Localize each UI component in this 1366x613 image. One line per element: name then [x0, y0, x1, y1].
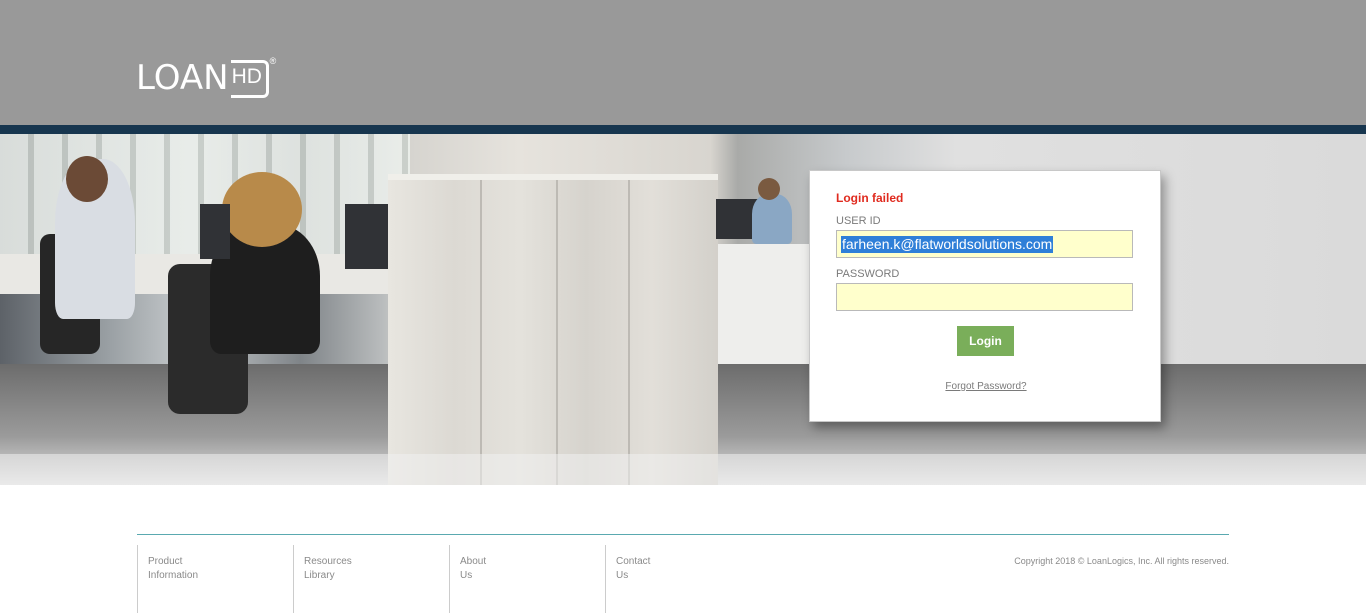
footer-link-line: Information — [148, 570, 199, 581]
footer-link-line: Us — [616, 570, 629, 581]
photo-person-head — [758, 178, 780, 200]
forgot-password-link[interactable]: Forgot Password? — [810, 381, 1162, 392]
header-stripe — [0, 125, 1366, 134]
photo-floor-light — [0, 454, 1366, 485]
photo-cabinet-seam — [480, 180, 482, 485]
password-input[interactable] — [836, 283, 1133, 311]
user-id-value: farheen.k@flatworldsolutions.com — [841, 236, 1054, 253]
photo-cabinet — [388, 174, 718, 485]
logo-badge: HD — [230, 60, 269, 98]
photo-person-head — [66, 156, 108, 202]
user-id-label: USER ID — [836, 215, 881, 227]
footer-link-line: About — [460, 556, 487, 567]
photo-monitor — [345, 204, 390, 269]
photo-person — [752, 194, 792, 244]
password-label: PASSWORD — [836, 268, 900, 280]
footer-link-line: Us — [460, 570, 473, 581]
footer-divider — [137, 534, 1229, 535]
footer-link-about-us[interactable]: About Us — [449, 545, 605, 613]
login-button[interactable]: Login — [957, 326, 1014, 356]
hero-office-photo — [0, 134, 1366, 485]
footer-link-line: Contact — [616, 556, 651, 567]
photo-desk-right — [718, 244, 810, 364]
footer-link-contact-us[interactable]: Contact Us — [605, 545, 761, 613]
photo-cabinet-seam — [628, 180, 630, 485]
header: LOAN HD ® — [0, 0, 1366, 125]
login-panel: Login failed USER ID farheen.k@flatworld… — [809, 170, 1161, 422]
registered-mark: ® — [269, 56, 277, 66]
user-id-input[interactable]: farheen.k@flatworldsolutions.com — [836, 230, 1133, 258]
copyright-text: Copyright 2018 © LoanLogics, Inc. All ri… — [1014, 556, 1229, 566]
login-error-message: Login failed — [836, 191, 904, 205]
footer-link-line: Resources — [304, 556, 352, 567]
footer-link-line: Product — [148, 556, 183, 567]
footer-link-product-information[interactable]: Product Information — [137, 545, 293, 613]
photo-person-head — [222, 172, 302, 247]
footer-link-line: Library — [304, 570, 335, 581]
photo-monitor — [200, 204, 230, 259]
loanhd-logo[interactable]: LOAN HD ® — [136, 56, 277, 102]
logo-text: LOAN — [136, 58, 229, 98]
footer-link-resources-library[interactable]: Resources Library — [293, 545, 449, 613]
photo-cabinet-seam — [556, 180, 558, 485]
